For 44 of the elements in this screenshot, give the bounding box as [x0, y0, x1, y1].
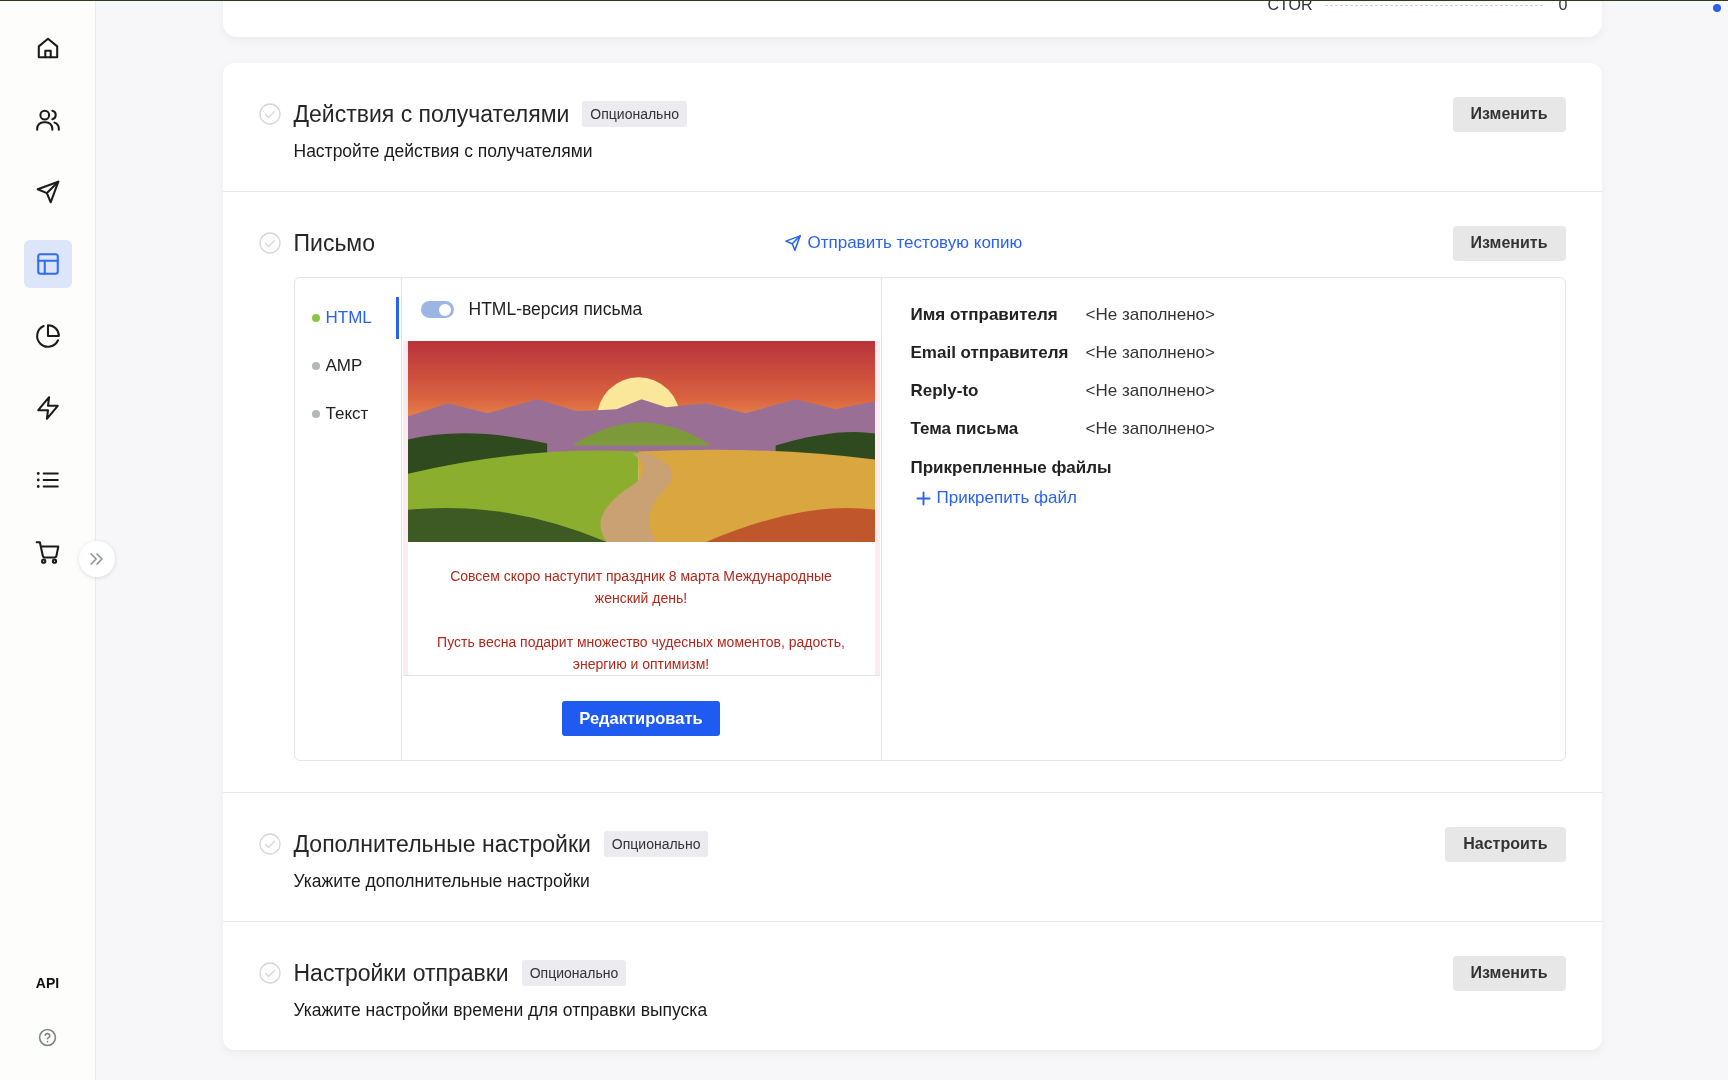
section-button[interactable]: Настроить [1445, 826, 1566, 862]
field-value: <Не заполнено> [1085, 380, 1215, 402]
section-button[interactable]: Изменить [1452, 96, 1566, 132]
toggle-switch[interactable] [420, 301, 454, 318]
section-description: Укажите настройки времени для отправки выпуска [293, 999, 708, 1021]
edit-button[interactable]: Редактировать [562, 700, 720, 736]
api-link[interactable]: API [35, 975, 60, 991]
section-title: Дополнительные настройки [293, 830, 591, 858]
optional-badge: Опционально [582, 101, 687, 127]
optional-badge: Опционально [603, 831, 709, 857]
field-value: <Не заполнено> [1085, 342, 1215, 364]
toggle-label: HTML-версия письма [468, 299, 643, 320]
field-value: <Не заполнено> [1085, 418, 1215, 440]
format-tab[interactable]: HTML [294, 297, 399, 339]
letter-paragraph: Пусть весна подарит множество чудесных моментов, радость, энергию и оптимизм! [436, 633, 846, 674]
paper-plane-icon [783, 234, 802, 252]
users-icon [34, 107, 61, 133]
section-button[interactable]: Изменить [1452, 225, 1566, 261]
plus-icon [915, 490, 931, 506]
pie-chart-icon [34, 323, 61, 349]
status-dot-icon [1713, 4, 1721, 12]
section-description: Настройте действия с получателями [293, 140, 593, 162]
send-test-link[interactable]: Отправить тестовую копию [783, 233, 1023, 253]
help-icon[interactable] [38, 1028, 57, 1047]
layout-icon [34, 251, 61, 277]
lightning-icon [34, 395, 61, 421]
field-label: Email отправителя [910, 342, 1070, 364]
field-label: Тема письма [910, 418, 1020, 440]
cart-icon [34, 539, 61, 565]
attachments-label: Прикрепленные файлы [910, 457, 1112, 479]
format-tab[interactable]: AMP [294, 345, 399, 387]
section-description: Укажите дополнительные настройки [293, 870, 590, 892]
section-title: Действия с получателями [293, 100, 570, 128]
format-tab[interactable]: Текст [294, 393, 399, 435]
section-button[interactable]: Изменить [1452, 955, 1566, 991]
field-value: <Не заполнено> [1085, 304, 1215, 326]
paper-plane-icon [34, 179, 61, 205]
field-label: Имя отправителя [910, 304, 1059, 326]
field-label: Reply-to [910, 380, 980, 402]
letter-paragraph: Совсем скоро наступит праздник 8 марта Международные женский день! [449, 567, 833, 608]
section-title: Настройки отправки [293, 959, 509, 987]
section-title: Письмо [293, 229, 375, 257]
optional-badge: Опционально [521, 960, 627, 986]
attach-file-link[interactable]: Прикрепить файл [915, 488, 1077, 508]
